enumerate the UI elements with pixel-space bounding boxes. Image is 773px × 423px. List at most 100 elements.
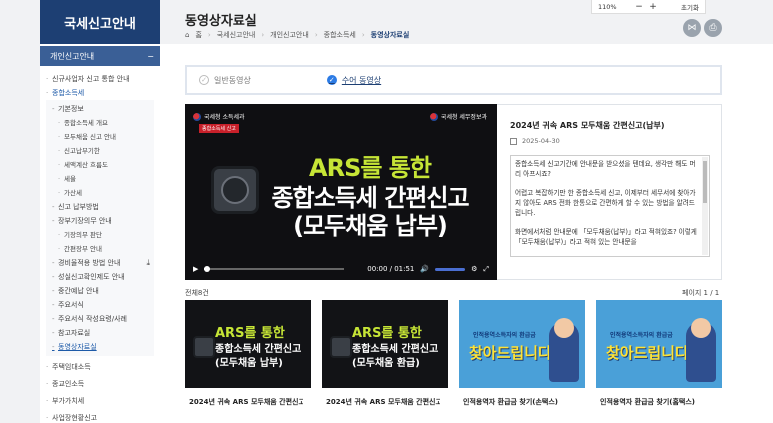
telephone-icon (193, 336, 215, 358)
video-detail-date: 2025-04-30 (510, 137, 560, 145)
sidebar-item-payment-method[interactable]: - 신고 납부방법 (46, 200, 154, 214)
print-icon: ⎙ (709, 23, 717, 33)
sidebar-item-form-guide[interactable]: - 주요서식 작성요령/사례 (46, 312, 154, 326)
person-illustration (549, 318, 579, 382)
breadcrumb: ⌂ 홈 › 국세신고안내 › 개인신고안내 › 종합소득세 › 동영상자료실 (185, 30, 409, 40)
thumbnail-text: ARS를 통한 (352, 326, 422, 341)
breadcrumb-tax-guide[interactable]: 국세신고안내 (217, 30, 256, 40)
video-progress-bar[interactable] (204, 266, 345, 272)
video-card-title[interactable]: 인적용역자 환급금 찾기(홈택스) (596, 397, 714, 407)
person-illustration (686, 318, 716, 382)
tab-sign-language-video[interactable]: ✓ 수어 동영상 (326, 75, 381, 86)
video-time: 00:00 / 01:51 (367, 265, 415, 273)
play-icon[interactable]: ▶ (193, 265, 198, 273)
settings-gear-icon[interactable]: ⚙ (471, 265, 477, 273)
sidebar-submenu: - 기본정보 · 종합소득세 개요 · 모두채움 신고 안내 · 신고납부기한 · 세액계… (46, 100, 154, 356)
breadcrumb-home[interactable]: 홈 (195, 30, 201, 40)
thumbnail-text: 인적용역소득자의 환급금 (473, 332, 536, 339)
video-title-line3: (모두채움 납부) (293, 212, 448, 240)
video-thumbnail[interactable]: ARS를 통한 종합소득세 간편신고 (모두채움 납부) (185, 300, 311, 388)
sidebar-item-religious-income[interactable]: · 종교인소득 (40, 377, 160, 391)
check-circle-icon: ✓ (326, 75, 337, 85)
video-card[interactable]: 인적용역소득자의 환급금 찾아드립니다 인적용역자 환급금 찾기(손택스) (459, 300, 585, 423)
video-player[interactable]: 국세청 소득세과 종합소득세 신고 국세청 세무정보과 ARS를 통한 종합소득… (185, 104, 497, 280)
thumbnail-text: 인적용역소득자의 환급금 (610, 332, 673, 339)
sidebar-item-business-report[interactable]: · 사업장현황신고 (40, 411, 160, 423)
sidebar-item-basic-info[interactable]: - 기본정보 (46, 102, 154, 116)
video-description[interactable]: 종합소득세 신고기간에 안내문을 받으셨을 텐데요, 생각만 해도 머리 아프시… (510, 155, 710, 257)
thumbnail-text: 찾아드립니다 (606, 344, 689, 362)
zoom-level: 110% (598, 2, 617, 11)
volume-slider[interactable] (435, 267, 466, 271)
sidebar-item-flowchart[interactable]: · 세액계산 흐름도 (46, 158, 154, 172)
sidebar-item-rental-income[interactable]: · 주택임대소득 (40, 360, 160, 374)
breadcrumb-personal[interactable]: 개인신고안내 (270, 30, 309, 40)
description-paragraph: 화면에서처럼 안내문에 「모두채움(납부)」라고 적혀있죠? 이렇게 「모두채움… (515, 228, 697, 247)
sidebar-item-references[interactable]: - 참고자료실 (46, 326, 154, 340)
page-indicator: 페이지 1 / 1 (682, 289, 720, 297)
description-paragraph: 종합소득세 신고기간에 안내문을 받으셨을 텐데요, 생각만 해도 머리 아프시… (515, 160, 696, 179)
video-detail-panel: 2024년 귀속 ARS 모두채움 간편신고(납부) 2025-04-30 종합… (497, 104, 722, 280)
sidebar-item-expense-rate[interactable]: - 경비율적용 방법 안내 ⤓ (46, 256, 154, 270)
sidebar-section-title: 개인신고안내 (50, 51, 95, 61)
share-button[interactable]: ⋈ (683, 19, 701, 37)
sidebar-item-income-tax[interactable]: · 종합소득세 (40, 86, 160, 100)
sidebar-item-sincerity[interactable]: - 성실신고확인제도 안내 (46, 270, 154, 284)
sidebar-menu: · 신규사업자 신고 통합 안내 · 종합소득세 - 기본정보 · 종합소득세 개요 ·… (40, 66, 160, 423)
sidebar-item-new-business[interactable]: · 신규사업자 신고 통합 안내 (40, 72, 160, 86)
zoom-reset-button[interactable]: 초기화 (681, 2, 699, 12)
description-paragraph: 어렵고 복잡하기만 한 종합소득세 신고, 이제부터 세무서에 찾아가지 않아도… (515, 189, 696, 218)
thumbnail-text: (모두채움 납부) (215, 358, 283, 369)
video-thumbnail[interactable]: ARS를 통한 종합소득세 간편신고 (모두채움 환급) (322, 300, 448, 388)
sidebar-item-interim[interactable]: - 중간예납 안내 (46, 284, 154, 298)
video-thumbnail[interactable]: 인적용역소득자의 환급금 찾아드립니다 (596, 300, 722, 388)
fullscreen-icon[interactable]: ⤢ (483, 265, 489, 274)
video-card-title[interactable]: 인적용역자 환급금 찾기(손택스) (459, 397, 577, 407)
volume-icon[interactable]: 🔊 (420, 265, 429, 273)
sidebar-item-bookkeeping[interactable]: - 장부기장의무 안내 (46, 214, 154, 228)
sidebar-item-simple-ledger[interactable]: · 간편장부 안내 (46, 242, 154, 256)
breadcrumb-income-tax[interactable]: 종합소득세 (324, 30, 356, 40)
sidebar-section-header[interactable]: 개인신고안내 − (40, 46, 160, 66)
zoom-control: 110% − + 초기화 (591, 0, 706, 14)
description-scrollbar[interactable] (702, 157, 708, 255)
page-title: 동영상자료실 (185, 14, 257, 29)
video-card-title[interactable]: 2024년 귀속 ARS 모두채움 간편신고(납부) (185, 397, 303, 407)
download-icon[interactable]: ⤓ (146, 256, 150, 270)
sidebar-item-vat[interactable]: · 부가가치세 (40, 394, 160, 408)
sidebar-item-forms[interactable]: - 주요서식 (46, 298, 154, 312)
collapse-icon[interactable]: − (147, 52, 154, 61)
video-type-tabs: ✓ 일반동영상 ✓ 수어 동영상 (185, 65, 722, 95)
nts-logo-left: 국세청 소득세과 (193, 112, 245, 121)
sidebar-item-tax-rate[interactable]: · 세율 (46, 172, 154, 186)
video-card[interactable]: ARS를 통한 종합소득세 간편신고 (모두채움 환급) 2024년 귀속 AR… (322, 300, 448, 423)
nts-logo-right: 국세청 세무정보과 (429, 112, 487, 121)
zoom-in-button[interactable]: + (646, 2, 660, 12)
sidebar: 국세신고안내 개인신고안내 − · 신규사업자 신고 통합 안내 · 종합소득세 -… (40, 0, 160, 423)
sidebar-brand: 국세신고안내 (40, 0, 160, 44)
thumbnail-text: 종합소득세 간편신고 (352, 344, 439, 355)
tab-general-video[interactable]: ✓ 일반동영상 (199, 75, 251, 86)
home-icon[interactable]: ⌂ (185, 31, 189, 39)
video-detail-title: 2024년 귀속 ARS 모두채움 간편신고(납부) (510, 121, 665, 130)
video-tag: 종합소득세 신고 (199, 124, 239, 133)
sidebar-item-overview[interactable]: · 종합소득세 개요 (46, 116, 154, 130)
video-card[interactable]: ARS를 통한 종합소득세 간편신고 (모두채움 납부) 2024년 귀속 AR… (185, 300, 311, 423)
sidebar-item-bookkeeping-check[interactable]: · 기장의무 판단 (46, 228, 154, 242)
zoom-out-button[interactable]: − (632, 2, 646, 12)
breadcrumb-separator: › (314, 31, 318, 39)
thumbnail-text: ARS를 통한 (215, 326, 285, 341)
video-card[interactable]: 인적용역소득자의 환급금 찾아드립니다 인적용역자 환급금 찾기(홈택스) (596, 300, 722, 423)
video-thumbnail[interactable]: 인적용역소득자의 환급금 찾아드립니다 (459, 300, 585, 388)
left-background (0, 0, 40, 423)
calendar-icon (510, 137, 517, 145)
breadcrumb-current: 동영상자료실 (370, 31, 410, 39)
video-card-title[interactable]: 2024년 귀속 ARS 모두채움 간편신고(환급) (322, 397, 440, 407)
video-controls: ▶ 00:00 / 01:51 🔊 ⚙ ⤢ (185, 258, 497, 280)
sidebar-item-video-library[interactable]: - 동영상자료실 (46, 340, 154, 354)
sidebar-item-prefill-guide[interactable]: · 모두채움 신고 안내 (46, 130, 154, 144)
print-button[interactable]: ⎙ (704, 19, 722, 37)
sidebar-item-penalty[interactable]: · 가산세 (46, 186, 154, 200)
sidebar-item-deadline[interactable]: · 신고납부기한 (46, 144, 154, 158)
breadcrumb-separator: › (361, 31, 365, 39)
